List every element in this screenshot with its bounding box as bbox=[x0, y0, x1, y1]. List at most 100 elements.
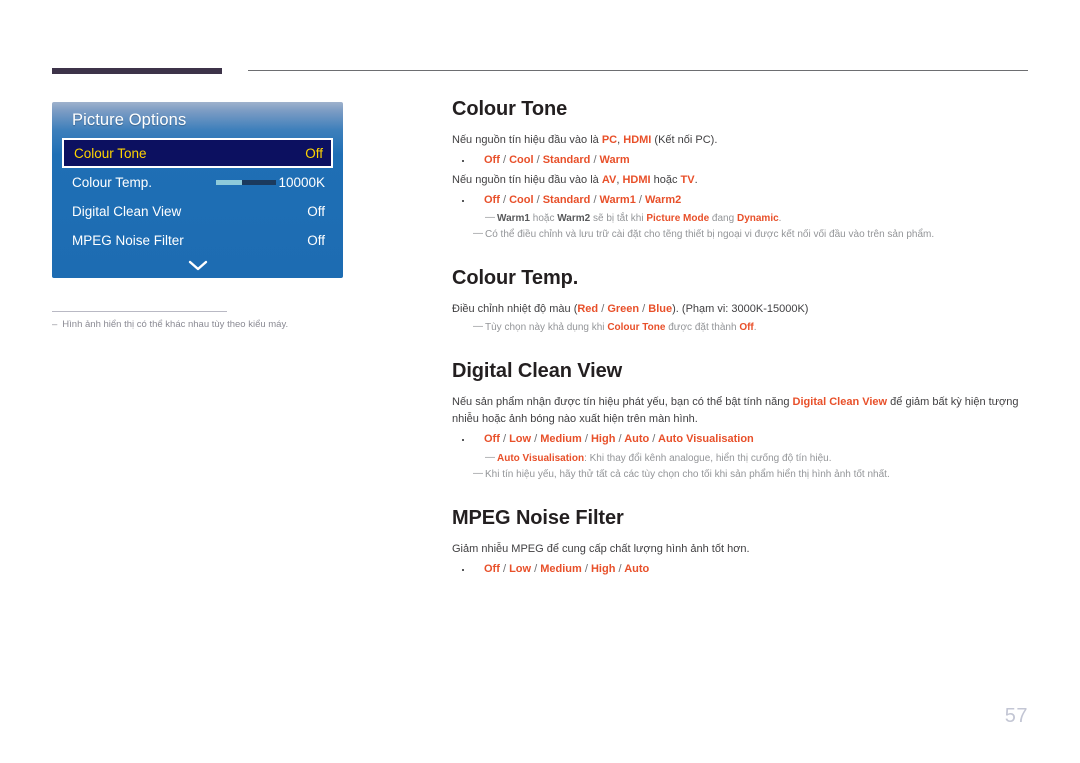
paragraph-source-pc: Nếu nguồn tín hiệu đầu vào là PC, HDMI (… bbox=[452, 132, 1030, 149]
page-number: 57 bbox=[1004, 705, 1028, 727]
option-value: Auto bbox=[621, 433, 653, 446]
option-value: Standard bbox=[539, 154, 594, 167]
separator: / bbox=[639, 303, 649, 316]
option-value: Cool bbox=[506, 154, 537, 167]
note-dash-icon: — bbox=[485, 451, 495, 463]
osd-row-value: Off bbox=[305, 145, 323, 161]
option-list-pc: Off / Cool / Standard / Warm bbox=[452, 152, 1030, 169]
option-value: Cool bbox=[506, 193, 537, 206]
text-fragment: Nếu nguồn tín hiệu đầu vào là bbox=[452, 134, 602, 146]
section-mpeg-noise-filter: MPEG Noise Filter Giảm nhiễu MPEG để cun… bbox=[452, 507, 1030, 578]
note-warm-dynamic: — Warm1 hoặc Warm2 sẽ bị tắt khi Picture … bbox=[452, 211, 1030, 226]
highlight-blue: Blue bbox=[648, 303, 673, 316]
option-value: High bbox=[587, 433, 619, 446]
osd-row-label: Digital Clean View bbox=[72, 204, 182, 219]
text-fragment: . bbox=[753, 322, 757, 334]
osd-row-digital-clean-view[interactable]: Digital Clean View Off bbox=[52, 197, 343, 226]
option-value: Auto Visualisation bbox=[655, 433, 754, 446]
highlight-tv: TV bbox=[680, 173, 695, 186]
header-rule-line bbox=[248, 70, 1028, 71]
highlight-colour-tone: Colour Tone bbox=[607, 322, 666, 334]
separator: / bbox=[598, 303, 608, 316]
text-fragment: Nếu sản phẩm nhận được tín hiệu phát yếu… bbox=[452, 396, 793, 409]
option-list-item: Off / Low / Medium / High / Auto / Auto … bbox=[452, 431, 1030, 448]
highlight-off: Off bbox=[739, 322, 754, 334]
note-dash-icon: — bbox=[473, 228, 483, 240]
text-fragment: . bbox=[694, 173, 698, 186]
section-colour-tone: Colour Tone Nếu nguồn tín hiệu đầu vào l… bbox=[452, 98, 1030, 242]
option-list-item: Off / Cool / Standard / Warm bbox=[452, 152, 1030, 169]
highlight-dynamic: Dynamic bbox=[736, 213, 779, 225]
osd-row-label: Colour Tone bbox=[74, 145, 147, 161]
section-heading: Digital Clean View bbox=[452, 360, 623, 383]
paragraph-digital-clean-view: Nếu sản phẩm nhận được tín hiệu phát yếu… bbox=[452, 394, 1030, 428]
highlight-av: AV bbox=[601, 173, 617, 186]
text-fragment: Điều chỉnh nhiệt độ màu ( bbox=[452, 303, 578, 316]
figure-note: – Hình ảnh hiển thị có thể khác nhau tùy… bbox=[52, 318, 362, 331]
option-value: Standard bbox=[539, 193, 594, 206]
option-value: Warm2 bbox=[641, 193, 682, 206]
note-dash-icon: — bbox=[473, 467, 483, 479]
osd-row-mpeg-noise-filter[interactable]: MPEG Noise Filter Off bbox=[52, 226, 343, 255]
highlight-green: Green bbox=[607, 303, 640, 316]
osd-row-label: MPEG Noise Filter bbox=[72, 233, 184, 248]
note-auto-visualisation: — Auto Visualisation: Khi thay đổi kênh a… bbox=[452, 451, 1030, 466]
section-heading: MPEG Noise Filter bbox=[452, 506, 624, 529]
osd-slider[interactable] bbox=[216, 180, 277, 185]
text-fragment: sẽ bị tắt khi bbox=[590, 213, 647, 225]
header-accent-bar bbox=[52, 68, 222, 74]
highlight-digital-clean-view: Digital Clean View bbox=[792, 396, 888, 409]
text-fragment: đang bbox=[709, 213, 737, 225]
paragraph-colour-temp: Điều chỉnh nhiệt độ màu (Red / Green / B… bbox=[452, 301, 1030, 318]
highlight-picture-mode: Picture Mode bbox=[646, 213, 710, 225]
option-value: Medium bbox=[537, 562, 585, 575]
text-fragment: Nếu nguồn tín hiệu đầu vào là bbox=[452, 173, 602, 186]
osd-row-value: Off bbox=[307, 204, 325, 219]
note-text: Có thể điều chỉnh và lưu trữ cài đặt cho… bbox=[485, 229, 935, 241]
section-colour-temp: Colour Temp. Điều chỉnh nhiệt độ màu (Re… bbox=[452, 267, 1030, 335]
highlight-hdmi: HDMI bbox=[622, 173, 651, 186]
highlight-red: Red bbox=[577, 303, 599, 316]
text-fragment: ). (Phạm vi: 3000K-15000K) bbox=[672, 303, 809, 316]
section-heading: Colour Temp. bbox=[452, 267, 579, 290]
osd-row-value: 10000K bbox=[278, 175, 325, 190]
text-fragment: (Kết nối PC). bbox=[651, 134, 718, 146]
osd-row-value: Off bbox=[307, 233, 325, 248]
option-value: Medium bbox=[537, 433, 585, 446]
paragraph-source-av: Nếu nguồn tín hiệu đầu vào là AV, HDMI h… bbox=[452, 172, 1030, 189]
option-value: Warm bbox=[596, 154, 630, 167]
figure-note-rule bbox=[52, 311, 227, 312]
osd-menu-title: Picture Options bbox=[72, 111, 187, 129]
option-value: Low bbox=[506, 433, 535, 446]
osd-row-label: Colour Temp. bbox=[72, 175, 153, 190]
note-text: Khi tín hiệu yếu, hãy thử tất cả các tùy… bbox=[485, 468, 890, 480]
option-list-item: Off / Cool / Standard / Warm1 / Warm2 bbox=[452, 192, 1030, 209]
note-dash-icon: — bbox=[485, 212, 495, 224]
option-value: Auto bbox=[621, 562, 650, 575]
section-digital-clean-view: Digital Clean View Nếu sản phẩm nhận đượ… bbox=[452, 360, 1030, 482]
option-value: Off bbox=[484, 193, 503, 206]
note-colour-temp-availability: — Tùy chọn này khả dụng khi Colour Tone đ… bbox=[452, 320, 1030, 335]
osd-row-colour-temp[interactable]: Colour Temp. 10000K bbox=[52, 168, 343, 197]
text-fragment: hoặc bbox=[529, 213, 558, 225]
option-value: Off bbox=[484, 433, 503, 446]
option-list-mpeg-noise-filter: Off / Low / Medium / High / Auto bbox=[452, 561, 1030, 578]
osd-row-colour-tone[interactable]: Colour Tone Off bbox=[62, 138, 333, 168]
figure-note-text: Hình ảnh hiển thị có thể khác nhau tùy t… bbox=[62, 319, 289, 330]
text-fragment: Tùy chọn này khả dụng khi bbox=[485, 322, 608, 334]
note-weak-signal: — Khi tín hiệu yếu, hãy thử tất cả các tù… bbox=[452, 467, 1030, 482]
highlight-auto-visualisation: Auto Visualisation bbox=[497, 452, 585, 464]
highlight-hdmi: HDMI bbox=[623, 134, 652, 146]
option-value: Off bbox=[484, 562, 503, 575]
slider-track bbox=[242, 180, 277, 185]
option-list-item: Off / Low / Medium / High / Auto bbox=[452, 561, 1030, 578]
content-column: Colour Tone Nếu nguồn tín hiệu đầu vào l… bbox=[452, 98, 1030, 602]
text-fragment: Warm2 bbox=[557, 213, 591, 225]
paragraph-mpeg-noise-filter: Giảm nhiễu MPEG để cung cấp chất lượng h… bbox=[452, 542, 750, 555]
chevron-down-icon[interactable] bbox=[52, 259, 343, 274]
option-value: Low bbox=[506, 562, 535, 575]
text-fragment: được đặt thành bbox=[665, 322, 740, 334]
option-list-av: Off / Cool / Standard / Warm1 / Warm2 bbox=[452, 192, 1030, 209]
option-list-digital-clean-view: Off / Low / Medium / High / Auto / Auto … bbox=[452, 431, 1030, 448]
option-value: Off bbox=[484, 154, 503, 167]
